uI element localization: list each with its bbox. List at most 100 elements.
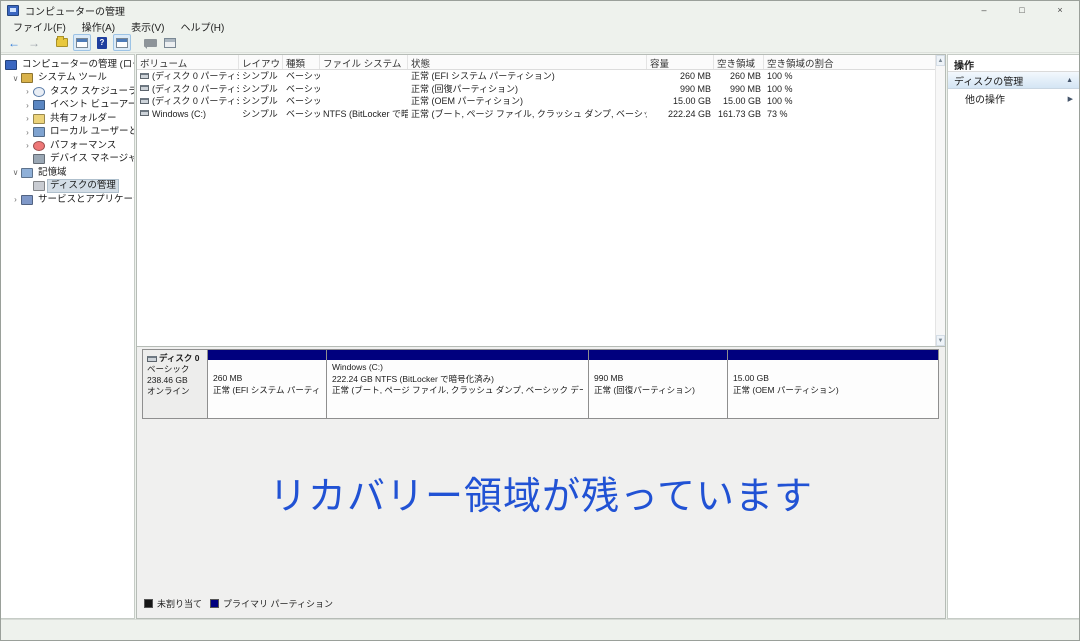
primary-partition-band xyxy=(327,350,588,360)
col-volume[interactable]: ボリューム xyxy=(137,55,239,69)
partition-recovery[interactable]: 990 MB 正常 (回復パーティション) xyxy=(589,349,728,419)
volume-row-partition4[interactable]: (ディスク 0 パーティション 4) シンプル ベーシック 正常 (回復パーティ… xyxy=(137,83,945,96)
volume-list-header: ボリューム レイアウト 種類 ファイル システム 状態 容量 空き領域 空き領域… xyxy=(137,55,945,70)
menu-action[interactable]: 操作(A) xyxy=(74,19,123,34)
up-one-level-button[interactable] xyxy=(53,34,71,51)
col-status[interactable]: 状態 xyxy=(408,55,647,69)
partition-oem[interactable]: 15.00 GB 正常 (OEM パーティション) xyxy=(728,349,939,419)
col-pct-free[interactable]: 空き領域の割合 xyxy=(764,55,945,69)
app-icon xyxy=(7,4,19,16)
tree-item-task-scheduler[interactable]: › タスク スケジューラ xyxy=(1,85,134,99)
tree-item-disk-management[interactable]: ディスクの管理 xyxy=(1,179,134,194)
show-console-tree-button[interactable] xyxy=(73,34,91,51)
disk0-strip: ディスク 0 ベーシック 238.46 GB オンライン 260 MB 正常 (… xyxy=(142,349,939,419)
close-button[interactable]: × xyxy=(1041,1,1079,19)
event-viewer-icon xyxy=(33,100,45,111)
primary-partition-band xyxy=(728,350,938,360)
scroll-down-icon[interactable]: ▼ xyxy=(936,335,945,346)
chevron-right-icon[interactable]: › xyxy=(23,141,32,150)
tree-item-storage[interactable]: ∨ 記憶域 xyxy=(1,166,134,180)
forward-button[interactable]: → xyxy=(25,34,43,51)
services-icon xyxy=(21,194,33,205)
new-window-icon xyxy=(164,37,176,48)
chevron-down-icon[interactable]: ∨ xyxy=(11,74,20,83)
partition-legend: 未割り当て プライマリ パーティション xyxy=(144,597,341,610)
actions-pane: 操作 ディスクの管理 ▲ 他の操作 ▶ xyxy=(947,54,1079,619)
computer-icon xyxy=(5,59,17,70)
tree-item-services-applications[interactable]: › サービスとアプリケーション xyxy=(1,193,134,207)
disk-management-icon xyxy=(33,181,45,192)
scroll-up-icon[interactable]: ▲ xyxy=(936,55,945,66)
col-filesystem[interactable]: ファイル システム xyxy=(320,55,408,69)
submenu-arrow-icon[interactable]: ▶ xyxy=(1068,95,1073,103)
menu-help[interactable]: ヘルプ(H) xyxy=(172,19,232,34)
volume-icon xyxy=(140,97,149,104)
back-button[interactable]: ← xyxy=(5,34,23,51)
console-tree-pane: コンピューターの管理 (ローカル) ∨ システム ツール › タスク スケジュー… xyxy=(1,54,135,619)
tree-item-computer-management[interactable]: コンピューターの管理 (ローカル) xyxy=(1,58,134,72)
volume-list: ボリューム レイアウト 種類 ファイル システム 状態 容量 空き領域 空き領域… xyxy=(137,55,945,347)
volume-row-partition1[interactable]: (ディスク 0 パーティション 1) シンプル ベーシック 正常 (EFI シス… xyxy=(137,70,945,83)
properties-button[interactable] xyxy=(141,34,159,51)
volume-icon xyxy=(140,85,149,92)
col-capacity[interactable]: 容量 xyxy=(647,55,714,69)
chevron-down-icon[interactable]: ∨ xyxy=(11,168,20,177)
disk-size: 238.46 GB xyxy=(147,375,188,385)
storage-icon xyxy=(21,167,33,178)
tree-item-shared-folders[interactable]: › 共有フォルダー xyxy=(1,112,134,126)
tree-item-event-viewer[interactable]: › イベント ビューアー xyxy=(1,99,134,113)
partition-efi[interactable]: 260 MB 正常 (EFI システム パーティション) xyxy=(208,349,327,419)
unallocated-swatch xyxy=(144,599,153,608)
window-title: コンピューターの管理 xyxy=(25,6,125,18)
new-window-button[interactable] xyxy=(161,34,179,51)
help-button[interactable]: ? xyxy=(93,34,111,51)
device-manager-icon xyxy=(33,154,45,165)
disk-status: オンライン xyxy=(147,386,190,396)
statusbar xyxy=(1,619,1079,640)
menu-file[interactable]: ファイル(F) xyxy=(5,19,74,34)
computer-management-window: コンピューターの管理 – □ × ファイル(F) 操作(A) 表示(V) ヘルプ… xyxy=(0,0,1080,641)
menu-view[interactable]: 表示(V) xyxy=(123,19,172,34)
titlebar: コンピューターの管理 – □ × xyxy=(1,1,1079,19)
actions-pane-title: 操作 xyxy=(948,55,1079,72)
collapse-icon[interactable]: ▲ xyxy=(1066,77,1073,84)
local-users-icon xyxy=(33,127,45,138)
primary-partition-band xyxy=(208,350,326,360)
col-type[interactable]: 種類 xyxy=(283,55,320,69)
chevron-right-icon[interactable]: › xyxy=(23,101,32,110)
disk-management-view: ボリューム レイアウト 種類 ファイル システム 状態 容量 空き領域 空き領域… xyxy=(136,54,946,619)
help-icon: ? xyxy=(97,36,107,49)
volume-row-partition5[interactable]: (ディスク 0 パーティション 5) シンプル ベーシック 正常 (OEM パー… xyxy=(137,95,945,108)
show-action-pane-button[interactable] xyxy=(113,34,131,51)
tree-item-device-manager[interactable]: デバイス マネージャー xyxy=(1,153,134,167)
volume-row-windows-c[interactable]: Windows (C:) シンプル ベーシック NTFS (BitLocker … xyxy=(137,108,945,121)
legend-unallocated-label: 未割り当て xyxy=(157,599,203,609)
system-tools-icon xyxy=(21,73,33,84)
col-layout[interactable]: レイアウト xyxy=(239,55,283,69)
back-arrow-icon: ← xyxy=(8,35,20,50)
chevron-right-icon[interactable]: › xyxy=(23,87,32,96)
minimize-button[interactable]: – xyxy=(965,1,1003,19)
volume-list-scrollbar[interactable]: ▲ ▼ xyxy=(935,55,945,346)
chevron-right-icon[interactable]: › xyxy=(23,128,32,137)
performance-icon xyxy=(33,140,45,151)
legend-primary-label: プライマリ パーティション xyxy=(223,599,333,609)
disk0-label[interactable]: ディスク 0 ベーシック 238.46 GB オンライン xyxy=(142,349,208,419)
maximize-button[interactable]: □ xyxy=(1003,1,1041,19)
volume-icon xyxy=(140,110,149,117)
toolbar: ← → ? xyxy=(1,33,1079,53)
chevron-right-icon[interactable]: › xyxy=(23,114,32,123)
chevron-right-icon[interactable]: › xyxy=(11,195,20,204)
tree-item-system-tools[interactable]: ∨ システム ツール xyxy=(1,72,134,86)
tree-item-local-users-groups[interactable]: › ローカル ユーザーとグループ xyxy=(1,126,134,140)
menubar: ファイル(F) 操作(A) 表示(V) ヘルプ(H) xyxy=(1,19,1079,34)
recovery-annotation-text: リカバリー領域が残っています xyxy=(268,476,814,518)
partition-windows-c[interactable]: Windows (C:) 222.24 GB NTFS (BitLocker で… xyxy=(327,349,589,419)
actions-group-disk-management[interactable]: ディスクの管理 ▲ xyxy=(948,72,1079,89)
tree-item-performance[interactable]: › パフォーマンス xyxy=(1,139,134,153)
col-free[interactable]: 空き領域 xyxy=(714,55,764,69)
primary-partition-band xyxy=(589,350,727,360)
console-tree-icon xyxy=(76,37,88,48)
actions-more-actions[interactable]: 他の操作 ▶ xyxy=(948,89,1079,108)
forward-arrow-icon: → xyxy=(28,35,40,50)
